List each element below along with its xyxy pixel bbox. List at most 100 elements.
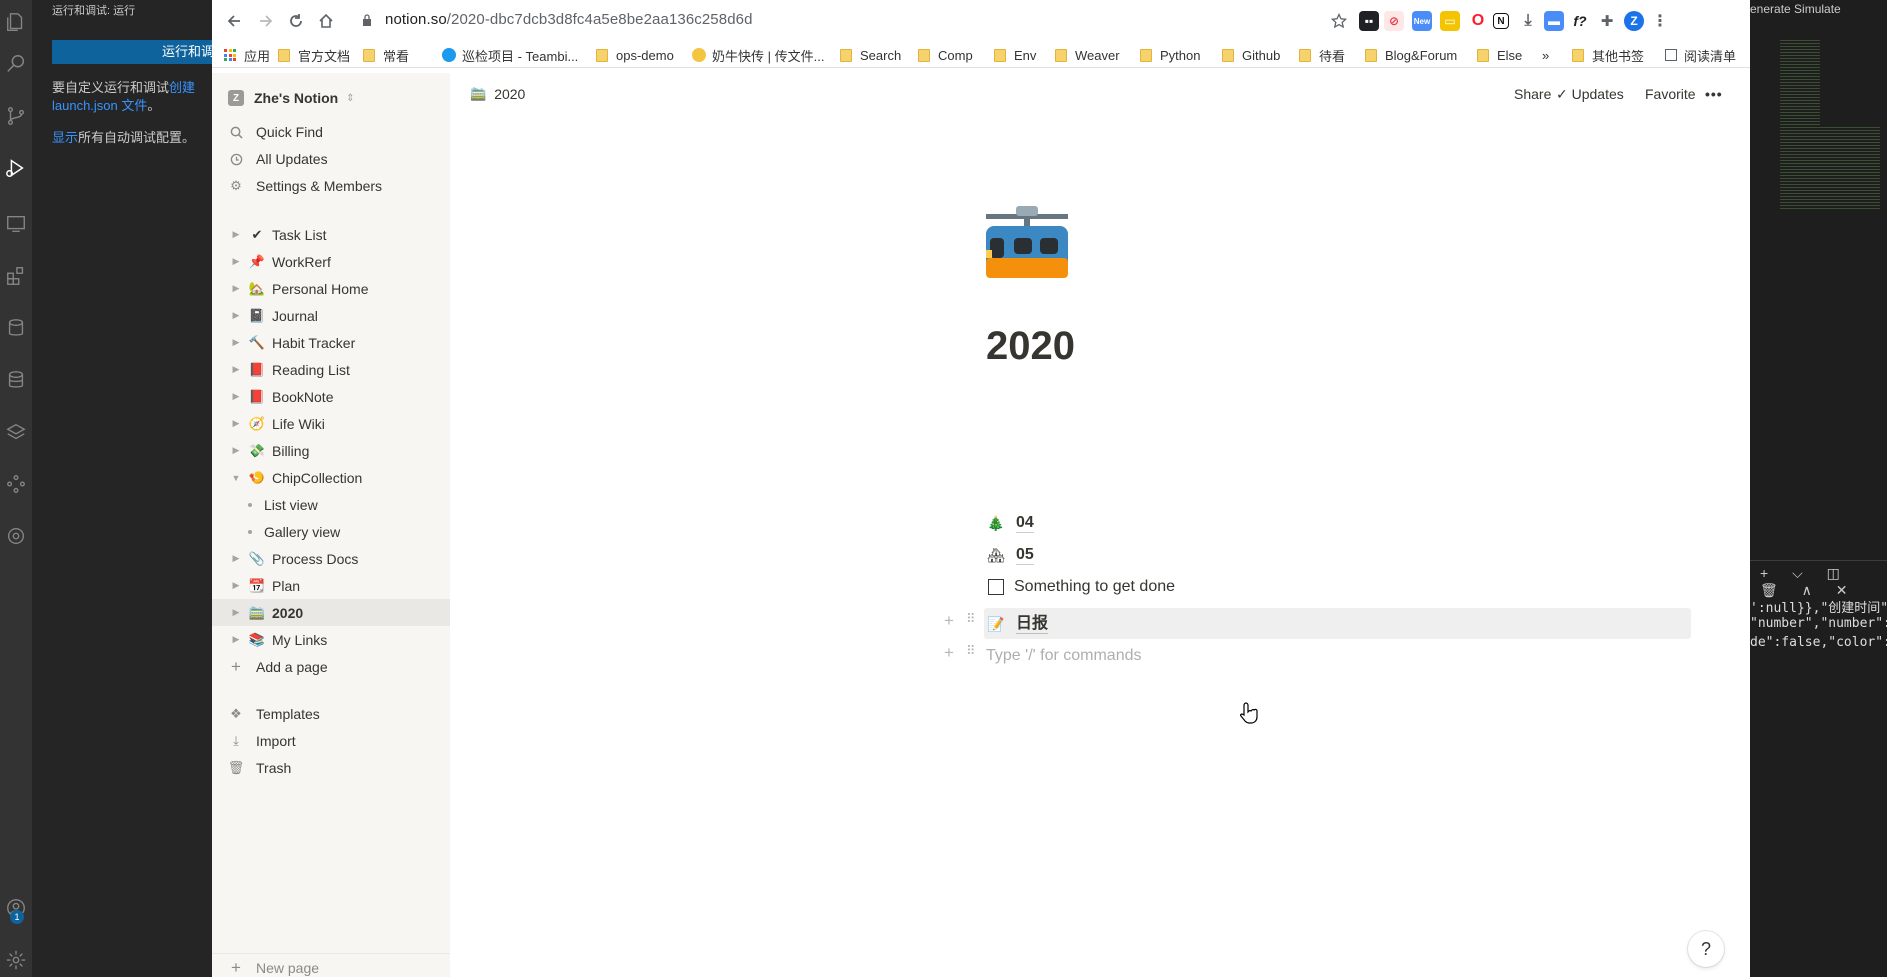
- database-icon[interactable]: [0, 312, 32, 344]
- toggle-arrow-icon[interactable]: ▶: [230, 418, 242, 429]
- sidebar-page-billing[interactable]: ▶ 💸 Billing: [212, 437, 450, 464]
- sidebar-subpage-gallery-view[interactable]: Gallery view: [212, 518, 450, 545]
- bookmark-folder[interactable]: ops-demo: [596, 46, 674, 64]
- toggle-arrow-icon[interactable]: ▶: [230, 256, 242, 267]
- toggle-arrow-icon[interactable]: ▶: [230, 310, 242, 321]
- page-link-block[interactable]: 📝 日报: [986, 610, 1049, 638]
- search-icon[interactable]: [0, 48, 32, 80]
- sidebar-page-plan[interactable]: ▶ 📆 Plan: [212, 572, 450, 599]
- extension-icon[interactable]: ▪▪: [1359, 11, 1379, 31]
- formula-extension-icon[interactable]: f?: [1570, 11, 1590, 31]
- reading-list-button[interactable]: 阅读清单: [1665, 46, 1736, 64]
- download-icon[interactable]: ⤓: [1518, 11, 1538, 31]
- bookmark-folder[interactable]: Else: [1477, 46, 1522, 64]
- panel-toolbar[interactable]: + ⌵ ◫ 🗑 ∧ ✕: [1760, 565, 1885, 598]
- templates-button[interactable]: ❖ Templates: [228, 701, 320, 727]
- trash-button[interactable]: 🗑 Trash: [228, 755, 292, 781]
- bookmark-folder[interactable]: Blog&Forum: [1365, 46, 1457, 64]
- more-options-button[interactable]: •••: [1705, 86, 1723, 102]
- bookmark-apps[interactable]: 应用: [224, 46, 270, 64]
- bookmark-other[interactable]: 其他书签: [1572, 46, 1644, 64]
- toggle-arrow-icon[interactable]: ▶: [230, 391, 242, 402]
- favorite-button[interactable]: Favorite: [1645, 86, 1696, 102]
- new-page-button[interactable]: + New page: [228, 959, 319, 977]
- import-button[interactable]: ⤓ Import: [228, 728, 296, 754]
- updates-button[interactable]: ✓ Updates: [1556, 86, 1624, 103]
- source-control-icon[interactable]: [0, 100, 32, 132]
- page-link-block[interactable]: 🏘 05: [986, 541, 1034, 569]
- sidebar-page-habit-tracker[interactable]: ▶ 🔨 Habit Tracker: [212, 329, 450, 356]
- sidebar-page-personal-home[interactable]: ▶ 🏡 Personal Home: [212, 275, 450, 302]
- quick-find[interactable]: Quick Find: [228, 119, 323, 145]
- layers-icon[interactable]: [0, 416, 32, 448]
- todo-text[interactable]: Something to get done: [1014, 578, 1175, 596]
- todo-block[interactable]: Something to get done: [986, 573, 1175, 601]
- remote-explorer-icon[interactable]: [0, 208, 32, 240]
- sidebar-page-process-docs[interactable]: ▶ 📎 Process Docs: [212, 545, 450, 572]
- sidebar-page-chipcollection[interactable]: ▼ 🍤 ChipCollection: [212, 464, 450, 491]
- toggle-arrow-icon[interactable]: ▶: [230, 337, 242, 348]
- opera-extension-icon[interactable]: O: [1468, 11, 1488, 31]
- url-field[interactable]: notion.so/2020-dbc7dcb3d8fc4a5e8be2aa136…: [385, 11, 753, 28]
- show-link[interactable]: 显示: [52, 130, 78, 145]
- add-block-plus-icon[interactable]: +: [944, 643, 954, 663]
- sidebar-page-booknote[interactable]: ▶ 📕 BookNote: [212, 383, 450, 410]
- sidebar-page-life-wiki[interactable]: ▶ 🧭 Life Wiki: [212, 410, 450, 437]
- forward-arrow-icon[interactable]: [254, 9, 278, 33]
- toggle-arrow-icon[interactable]: ▶: [230, 607, 242, 618]
- bookmark-folder[interactable]: Github: [1222, 46, 1280, 64]
- bookmark-folder[interactable]: 待看: [1299, 46, 1345, 64]
- page-link-block[interactable]: 🎄 04: [986, 509, 1034, 537]
- graph-icon[interactable]: [0, 468, 32, 500]
- add-page-button[interactable]: + Add a page: [228, 654, 328, 680]
- profile-avatar[interactable]: Z: [1624, 11, 1644, 31]
- sidebar-page-reading-list[interactable]: ▶ 📕 Reading List: [212, 356, 450, 383]
- explorer-icon[interactable]: [0, 6, 32, 38]
- toggle-arrow-icon[interactable]: ▶: [230, 283, 242, 294]
- sidebar-page-workrerf[interactable]: ▶ 📌 WorkRerf: [212, 248, 450, 275]
- bookmark-folder[interactable]: 常看: [363, 46, 409, 64]
- toggle-arrow-icon[interactable]: ▶: [230, 553, 242, 564]
- sidebar-page-2020[interactable]: ▶ 🚞 2020: [212, 599, 450, 626]
- bookmark-folder[interactable]: Comp: [918, 46, 973, 64]
- bookmark-teambition[interactable]: 巡检项目 - Teambi...: [442, 46, 578, 64]
- toggle-arrow-icon[interactable]: ▶: [230, 364, 242, 375]
- bookmark-folder[interactable]: Env: [994, 46, 1036, 64]
- extension-new-icon[interactable]: New: [1412, 11, 1432, 31]
- sidebar-page-my-links[interactable]: ▶ 📚 My Links: [212, 626, 450, 653]
- settings-gear-icon[interactable]: [0, 944, 32, 976]
- drag-handle-icon[interactable]: ⠿: [966, 611, 976, 627]
- toggle-arrow-down-icon[interactable]: ▼: [230, 473, 242, 483]
- toggle-arrow-icon[interactable]: ▶: [230, 580, 242, 591]
- toggle-arrow-icon[interactable]: ▶: [230, 445, 242, 456]
- target-icon[interactable]: [0, 520, 32, 552]
- run-debug-icon[interactable]: [0, 152, 32, 184]
- editor-title-actions[interactable]: enerate Simulate: [1750, 0, 1887, 18]
- home-icon[interactable]: [314, 9, 338, 33]
- bookmark-folder[interactable]: Search: [840, 46, 901, 64]
- help-button[interactable]: ?: [1688, 931, 1724, 967]
- add-block-plus-icon[interactable]: +: [944, 611, 954, 631]
- bookmark-cow-transfer[interactable]: 奶牛快传 | 传文件...: [692, 46, 824, 64]
- more-bookmarks-button[interactable]: »: [1542, 46, 1549, 64]
- extensions-icon[interactable]: [0, 260, 32, 292]
- browser-menu-icon[interactable]: ⋮: [1650, 11, 1670, 31]
- lock-icon[interactable]: [362, 14, 372, 26]
- settings-members[interactable]: ⚙ Settings & Members: [228, 173, 382, 199]
- empty-text-block[interactable]: Type '/' for commands: [986, 642, 1142, 670]
- notion-extension-icon[interactable]: N: [1493, 13, 1509, 29]
- bookmark-folder[interactable]: Python: [1140, 46, 1200, 64]
- sidebar-page-journal[interactable]: ▶ 📓 Journal: [212, 302, 450, 329]
- bookmark-folder[interactable]: Weaver: [1055, 46, 1120, 64]
- extension-blue-icon[interactable]: ▬: [1544, 11, 1564, 31]
- page-icon-train[interactable]: [986, 206, 1068, 288]
- bookmark-star-icon[interactable]: [1327, 9, 1351, 33]
- drag-handle-icon[interactable]: ⠿: [966, 643, 976, 659]
- workspace-switcher[interactable]: Z Zhe's Notion ⇕: [228, 87, 355, 109]
- database-2-icon[interactable]: [0, 364, 32, 396]
- page-title[interactable]: 2020: [986, 324, 1075, 369]
- puzzle-extensions-icon[interactable]: ✚: [1597, 11, 1617, 31]
- share-button[interactable]: Share: [1514, 86, 1551, 102]
- back-arrow-icon[interactable]: [222, 9, 246, 33]
- sidebar-subpage-list-view[interactable]: List view: [212, 491, 450, 518]
